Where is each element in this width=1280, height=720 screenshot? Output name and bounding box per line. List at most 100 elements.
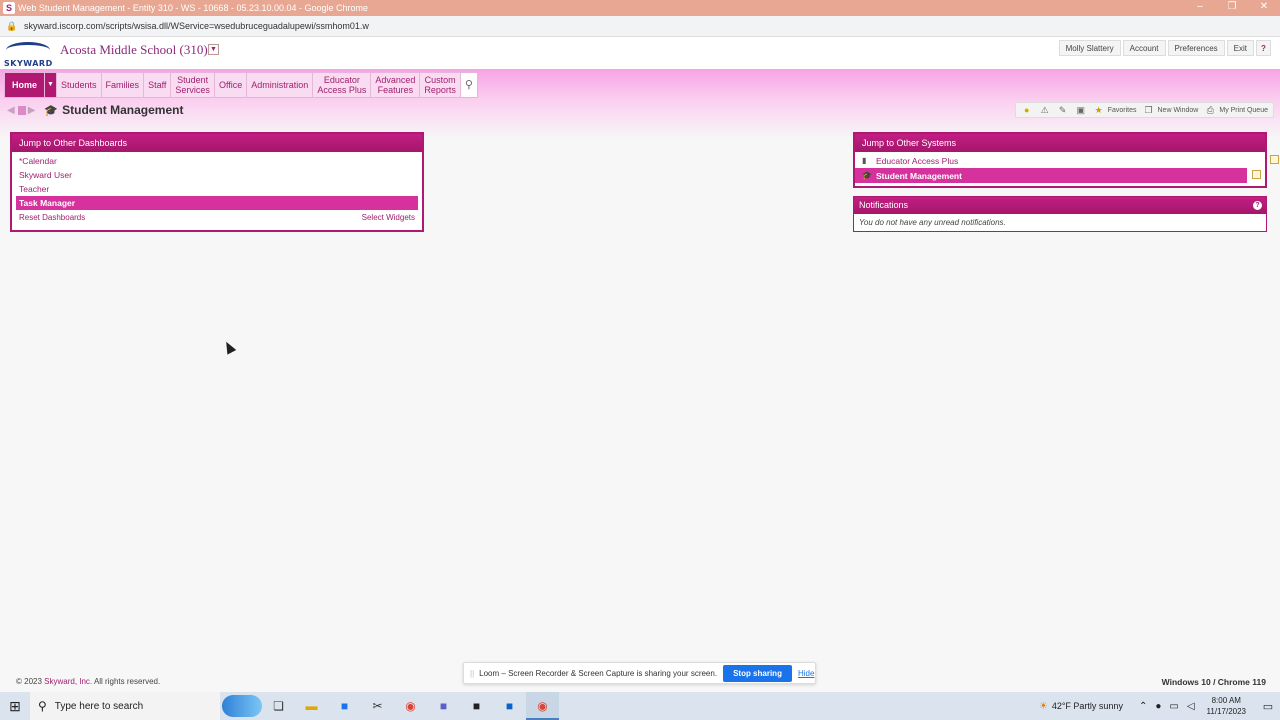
system-item-student-management[interactable]: 🎓 Student Management <box>855 168 1261 183</box>
graduation-cap-icon: 🎓 <box>862 171 872 180</box>
history-icon[interactable] <box>17 105 26 115</box>
system-item-label: Educator Access Plus <box>876 155 959 166</box>
system-item-label: Student Management <box>876 170 962 181</box>
task-view-icon[interactable]: ❏ <box>262 692 295 720</box>
camera-icon[interactable]: ▣ <box>1072 105 1090 116</box>
forward-arrow-icon[interactable]: ▶ <box>28 105 36 116</box>
close-icon[interactable]: ✕ <box>1248 0 1280 16</box>
chrome-icon[interactable]: ◉ <box>394 692 427 720</box>
sticky-notes-icon[interactable]: ■ <box>460 692 493 720</box>
restore-icon[interactable]: ❐ <box>1216 0 1248 16</box>
nav-administration[interactable]: Administration <box>247 73 314 97</box>
home-dropdown-icon[interactable]: ▼ <box>45 73 58 97</box>
teams-icon[interactable]: ■ <box>427 692 460 720</box>
nav-student-services[interactable]: Student Services <box>171 73 215 97</box>
new-window-link[interactable]: New Window <box>1158 107 1199 114</box>
hide-link[interactable]: Hide <box>798 669 814 678</box>
skyward-link[interactable]: Skyward, Inc. <box>44 677 92 686</box>
page-title: Student Management <box>62 103 184 117</box>
outlook-icon[interactable]: ■ <box>493 692 526 720</box>
windows-start-icon[interactable]: ⊞ <box>0 692 30 720</box>
warning-icon[interactable]: ⚠ <box>1036 105 1054 116</box>
select-widgets-link[interactable]: Select Widgets <box>362 213 415 222</box>
nav-home[interactable]: Home <box>5 73 46 97</box>
breadcrumb: ◀ ▶ 🎓 Student Management <box>7 103 183 117</box>
reset-dashboards-link[interactable]: Reset Dashboards <box>19 213 85 222</box>
skyward-logo[interactable]: SKYWARD <box>4 40 54 70</box>
tablet-icon: ▮ <box>862 156 867 165</box>
loom-message: Loom – Screen Recorder & Screen Capture … <box>479 668 718 678</box>
stop-sharing-button[interactable]: Stop sharing <box>723 664 792 682</box>
window-title: Web Student Management - Entity 310 - WS… <box>18 3 369 13</box>
browser-info: Windows 10 / Chrome 119 <box>1161 677 1266 687</box>
dashboards-panel-title: Jump to Other Dashboards <box>12 134 422 152</box>
dashboard-item-teacher[interactable]: Teacher <box>12 182 422 196</box>
nav-educator-access-plus[interactable]: Educator Access Plus <box>313 73 372 97</box>
dashboard-item-skyward-user[interactable]: Skyward User <box>12 168 422 182</box>
notification-center-icon[interactable]: ▭ <box>1256 700 1280 713</box>
copyright-suffix: All rights reserved. <box>92 677 161 686</box>
nav-advanced-features[interactable]: Advanced Features <box>371 73 421 97</box>
snipping-tool-icon[interactable]: ✂ <box>361 692 394 720</box>
system-tray: ☀ 42°F Partly sunny ⌃ ● ▭ ◁ 8:00 AM 11/1… <box>1035 692 1280 720</box>
nav-custom-reports[interactable]: Custom Reports <box>420 73 461 97</box>
dashboard-item-task-manager[interactable]: Task Manager <box>16 196 418 210</box>
microphone-icon[interactable]: ● <box>1155 701 1161 712</box>
chevron-up-icon[interactable]: ⌃ <box>1139 701 1147 712</box>
printer-icon[interactable]: ⎙ <box>1201 105 1219 116</box>
minimize-icon[interactable]: – <box>1184 0 1216 16</box>
lock-icon[interactable]: 🔒 <box>6 21 20 32</box>
logo-text: SKYWARD <box>4 59 53 68</box>
search-icon: ⚲ <box>38 699 47 713</box>
mouse-cursor-icon <box>221 339 237 355</box>
skyward-favicon-icon: S <box>3 2 15 14</box>
back-arrow-icon[interactable]: ◀ <box>7 105 15 116</box>
taskbar-search-placeholder: Type here to search <box>54 700 144 712</box>
clock[interactable]: 8:00 AM 11/17/2023 <box>1207 695 1246 717</box>
user-links: Molly Slattery Account Preferences Exit … <box>1057 40 1271 56</box>
chrome-active-icon[interactable]: ◉ <box>526 692 559 720</box>
system-item-educator-access-plus[interactable]: ▮ Educator Access Plus <box>855 153 1279 168</box>
drag-handle-icon[interactable]: || <box>470 669 474 678</box>
page-toolbar: ● ⚠ ✎ ▣ ★ Favorites ❐ New Window ⎙ My Pr… <box>1014 102 1274 118</box>
search-icon[interactable]: ⚲ <box>460 73 477 97</box>
address-bar[interactable]: 🔒 skyward.iscorp.com/scripts/wsisa.dll/W… <box>0 16 1280 37</box>
url-text[interactable]: skyward.iscorp.com/scripts/wsisa.dll/WSe… <box>24 21 369 31</box>
edit-icon[interactable]: ✎ <box>1054 105 1072 116</box>
copyright-prefix: © 2023 <box>16 677 45 686</box>
nav-staff[interactable]: Staff <box>144 73 172 97</box>
pin-icon[interactable] <box>1270 155 1279 164</box>
account-link[interactable]: Account <box>1122 40 1166 56</box>
help-icon[interactable]: ? <box>1253 201 1262 210</box>
nav-families[interactable]: Families <box>102 73 145 97</box>
favorites-menu[interactable]: Favorites <box>1108 107 1137 114</box>
network-icon[interactable]: ▭ <box>1169 701 1178 712</box>
new-window-icon[interactable]: ❐ <box>1140 105 1158 116</box>
pin-icon[interactable] <box>1252 170 1261 179</box>
taskbar-search[interactable]: ⚲ Type here to search <box>30 692 220 720</box>
file-explorer-icon[interactable]: ▬ <box>295 692 328 720</box>
notifications-message: You do not have any unread notifications… <box>859 218 1006 227</box>
print-queue-link[interactable]: My Print Queue <box>1219 107 1268 114</box>
store-icon[interactable]: ■ <box>328 692 361 720</box>
notifications-panel-title: Notifications <box>854 197 1266 214</box>
alert-icon[interactable]: ● <box>1018 105 1036 115</box>
exit-link[interactable]: Exit <box>1226 40 1254 56</box>
graduation-cap-icon: 🎓 <box>44 104 59 117</box>
main-nav: Home ▼ Students Families Staff Student S… <box>4 72 478 98</box>
nav-students[interactable]: Students <box>57 73 102 97</box>
dashboards-panel-footer: Reset Dashboards Select Widgets <box>12 210 422 222</box>
app-header: SKYWARD Acosta Middle School (310) ▼ Mol… <box>0 37 1280 69</box>
systems-panel: Jump to Other Systems ▮ Educator Access … <box>853 132 1279 188</box>
school-dropdown-icon[interactable]: ▼ <box>208 44 219 55</box>
help-button[interactable]: ? <box>1256 40 1271 56</box>
preferences-link[interactable]: Preferences <box>1167 40 1225 56</box>
clock-date: 11/17/2023 <box>1206 707 1246 716</box>
nav-office[interactable]: Office <box>215 73 248 97</box>
cortana-icon[interactable] <box>222 695 262 717</box>
star-icon[interactable]: ★ <box>1090 105 1108 116</box>
weather-text[interactable]: 42°F Partly sunny <box>1052 701 1123 711</box>
volume-icon[interactable]: ◁ <box>1187 701 1195 712</box>
weather-icon[interactable]: ☀ <box>1039 701 1048 712</box>
dashboard-item-calendar[interactable]: *Calendar <box>12 154 422 168</box>
